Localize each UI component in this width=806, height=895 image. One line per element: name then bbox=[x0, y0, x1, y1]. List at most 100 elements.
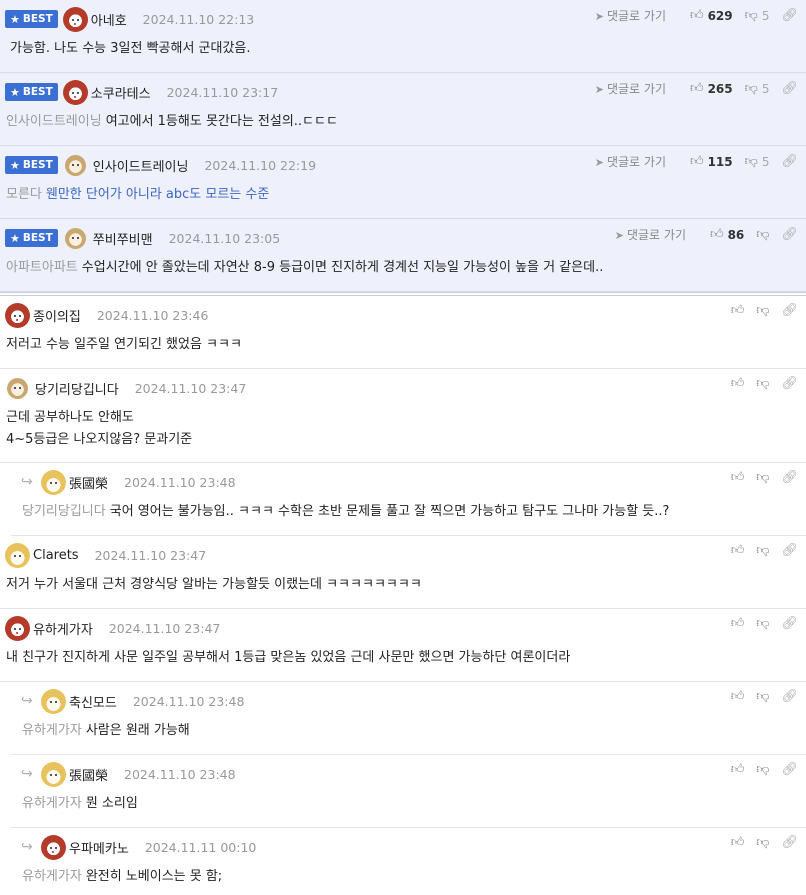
mention[interactable]: 아파트아파트 bbox=[6, 260, 78, 275]
goto-comment-link[interactable]: ➤ 댓글로 가기 bbox=[595, 80, 666, 97]
downvote-button[interactable]: 👎︎ bbox=[756, 835, 769, 850]
upvote-button[interactable]: 👍︎ 629 bbox=[690, 8, 733, 23]
link-icon[interactable]: 🔗︎ bbox=[781, 835, 798, 850]
mention[interactable]: 유하게가자 bbox=[22, 869, 82, 884]
avatar[interactable] bbox=[41, 761, 66, 787]
goto-label: 댓글로 가기 bbox=[606, 155, 666, 169]
star-icon: ★ bbox=[10, 85, 20, 99]
reply-comment: ↪ 張國榮 2024.11.10 23:48 👍︎ 👎︎ 🔗︎ 유하게가자 뭔 소… bbox=[11, 755, 806, 828]
comment-header: Clarets 2024.11.10 23:47 bbox=[5, 542, 206, 568]
upvote-button[interactable]: 👍︎ 265 bbox=[690, 81, 733, 96]
author-nick[interactable]: Clarets bbox=[33, 548, 79, 563]
comment-time: 2024.11.10 23:48 bbox=[124, 474, 236, 490]
downvote-button[interactable]: 👎︎ bbox=[756, 543, 769, 558]
avatar[interactable] bbox=[62, 79, 88, 105]
star-icon: ★ bbox=[10, 12, 20, 26]
link-icon[interactable]: 🔗︎ bbox=[781, 81, 798, 96]
comment-header: ★ BEST 쭈비쭈비맨 2024.11.10 23:05 bbox=[5, 225, 280, 251]
link-icon[interactable]: 🔗︎ bbox=[781, 227, 798, 242]
author-nick[interactable]: 張國榮 bbox=[69, 473, 108, 492]
comment-time: 2024.11.10 23:05 bbox=[168, 230, 281, 246]
comment-text-line: 4~5등급은 나오지않음? 문과기준 bbox=[6, 432, 193, 447]
author-nick[interactable]: 우파메카노 bbox=[69, 838, 129, 857]
link-icon[interactable]: 🔗︎ bbox=[781, 762, 798, 777]
author-nick[interactable]: 인사이드트레이닝 bbox=[93, 156, 189, 175]
avatar[interactable] bbox=[7, 377, 28, 399]
downvote-button[interactable]: 👎︎ 5 bbox=[745, 8, 770, 23]
thumbs-down-icon: 👎︎ bbox=[756, 689, 770, 704]
avatar[interactable] bbox=[64, 154, 86, 176]
avatar[interactable] bbox=[41, 834, 66, 860]
comment-text: 완전히 노베이스는 못 함; bbox=[85, 869, 223, 884]
best-badge: ★ BEST bbox=[5, 156, 58, 174]
mention[interactable]: 인사이드트레이닝 bbox=[6, 114, 102, 129]
mention[interactable]: 유하게가자 bbox=[22, 796, 82, 811]
avatar[interactable] bbox=[5, 542, 30, 568]
link-icon[interactable]: 🔗︎ bbox=[781, 303, 798, 318]
comment-time: 2024.11.10 22:19 bbox=[204, 157, 317, 173]
author-nick[interactable]: 張國榮 bbox=[69, 765, 108, 784]
reply-arrow-icon: ↪ bbox=[21, 474, 33, 490]
link-icon[interactable]: 🔗︎ bbox=[781, 616, 798, 631]
comment-text: 저거 누가 서울대 근처 경양식당 알바는 가능할듯 이랬는데 ㅋㅋㅋㅋㅋㅋㅋㅋ bbox=[6, 577, 422, 592]
best-badge: ★ BEST bbox=[5, 83, 58, 101]
downvote-button[interactable]: 👎︎ 5 bbox=[745, 154, 770, 169]
comment-body: 유하게가자 완전히 노베이스는 못 함; bbox=[22, 866, 222, 888]
downvote-button[interactable]: 👎︎ bbox=[756, 616, 769, 631]
mention[interactable]: 모른다 bbox=[6, 187, 42, 202]
upvote-button[interactable]: 👍︎ bbox=[731, 376, 745, 391]
upvote-button[interactable]: 👍︎ bbox=[731, 616, 745, 631]
upvote-button[interactable]: 👍︎ bbox=[731, 689, 745, 704]
best-badge: ★ BEST bbox=[5, 10, 58, 28]
comment-text: 국어 영어는 불가능임.. ㅋㅋㅋ 수학은 초반 문제들 풀고 잘 찍으면 가능… bbox=[109, 504, 670, 519]
upvote-button[interactable]: 👍︎ bbox=[731, 835, 745, 850]
comment-time: 2024.11.10 23:46 bbox=[96, 307, 209, 323]
thumbs-down-icon: 👎︎ bbox=[756, 303, 770, 318]
author-nick[interactable]: 축신모드 bbox=[69, 692, 117, 711]
upvote-button[interactable]: 👍︎ bbox=[731, 303, 745, 318]
link-icon[interactable]: 🔗︎ bbox=[781, 689, 798, 704]
comment-time: 2024.11.10 23:48 bbox=[132, 693, 245, 709]
author-nick[interactable]: 당기리당깁니다 bbox=[35, 379, 119, 398]
goto-comment-link[interactable]: ➤ 댓글로 가기 bbox=[595, 7, 666, 24]
avatar[interactable] bbox=[5, 302, 30, 328]
link-icon[interactable]: 🔗︎ bbox=[781, 8, 798, 23]
downvote-button[interactable]: 👎︎ bbox=[756, 689, 769, 704]
goto-comment-link[interactable]: ➤ 댓글로 가기 bbox=[615, 226, 686, 243]
avatar[interactable] bbox=[64, 227, 86, 249]
upvote-button[interactable]: 👍︎ 115 bbox=[690, 154, 733, 169]
avatar[interactable] bbox=[41, 469, 66, 495]
mention[interactable]: 당기리당깁니다 bbox=[22, 504, 106, 519]
downvote-button[interactable]: 👎︎ bbox=[756, 376, 769, 391]
mention[interactable]: 유하게가자 bbox=[22, 723, 82, 738]
avatar[interactable] bbox=[41, 688, 66, 714]
upvote-button[interactable]: 👍︎ bbox=[731, 543, 745, 558]
upvote-button[interactable]: 👍︎ bbox=[731, 762, 745, 777]
goto-comment-link[interactable]: ➤ 댓글로 가기 bbox=[595, 153, 666, 170]
downvote-button[interactable]: 👎︎ 5 bbox=[745, 81, 770, 96]
avatar[interactable] bbox=[62, 6, 88, 32]
link-icon[interactable]: 🔗︎ bbox=[781, 543, 798, 558]
best-comment: ★ BEST 아네호 2024.11.10 22:13 ➤ 댓글로 가기 👍︎ 629… bbox=[0, 0, 806, 73]
downvote-button[interactable]: 👎︎ bbox=[756, 303, 769, 318]
upvote-button[interactable]: 👍︎ bbox=[731, 470, 745, 485]
link-icon[interactable]: 🔗︎ bbox=[781, 376, 798, 391]
upvote-count: 115 bbox=[707, 154, 733, 169]
author-nick[interactable]: 유하게가자 bbox=[33, 619, 93, 638]
downvote-button[interactable]: 👎︎ bbox=[756, 762, 769, 777]
comment-actions: 👍︎ 👎︎ 🔗︎ bbox=[719, 470, 798, 485]
author-nick[interactable]: 아네호 bbox=[91, 10, 127, 29]
upvote-count: 86 bbox=[727, 227, 745, 242]
author-nick[interactable]: 종이의집 bbox=[33, 306, 81, 325]
avatar[interactable] bbox=[5, 615, 30, 641]
reply-comment: ↪ 張國榮 2024.11.10 23:48 👍︎ 👎︎ 🔗︎ 당기리당깁니다 국… bbox=[11, 463, 806, 536]
author-nick[interactable]: 쭈비쭈비맨 bbox=[93, 229, 153, 248]
link-icon[interactable]: 🔗︎ bbox=[781, 470, 798, 485]
link-icon[interactable]: 🔗︎ bbox=[781, 154, 798, 169]
downvote-button[interactable]: 👎︎ bbox=[756, 227, 769, 242]
comment-body: 내 친구가 진지하게 사문 일주일 공부해서 1등급 맞은놈 있었음 근데 사문… bbox=[6, 647, 570, 669]
downvote-button[interactable]: 👎︎ bbox=[756, 470, 769, 485]
upvote-button[interactable]: 👍︎ 86 bbox=[710, 227, 744, 242]
author-nick[interactable]: 소쿠라테스 bbox=[91, 83, 151, 102]
comment-body: 저거 누가 서울대 근처 경양식당 알바는 가능할듯 이랬는데 ㅋㅋㅋㅋㅋㅋㅋㅋ bbox=[6, 574, 422, 596]
